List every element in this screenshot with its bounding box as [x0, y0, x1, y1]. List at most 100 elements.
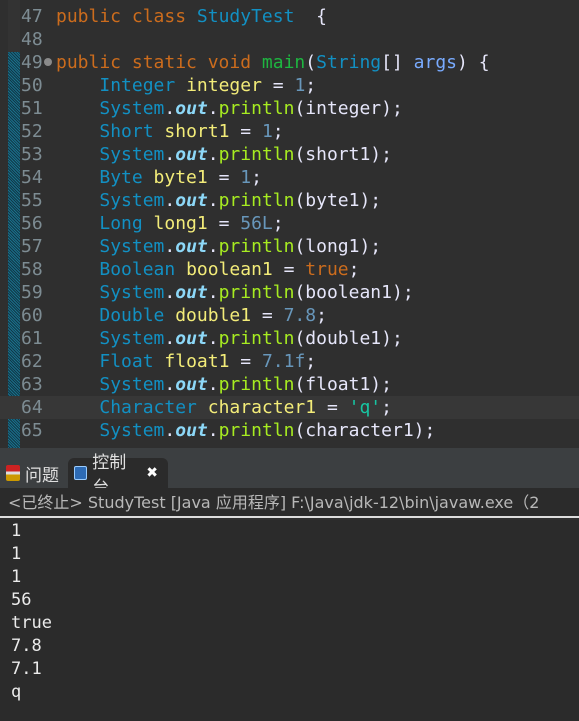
console-icon — [74, 466, 88, 480]
code-line[interactable]: 52 Short short1 = 1; — [0, 120, 579, 143]
token-plain: = — [207, 167, 241, 188]
code-line[interactable]: 57 System.out.println(long1); — [0, 235, 579, 258]
code-line[interactable]: 50 Integer integer = 1; — [0, 74, 579, 97]
token-plain: [] — [381, 52, 414, 73]
token-field: out — [175, 420, 208, 441]
token-var: integer — [186, 75, 262, 96]
token-plain: ) { — [457, 52, 490, 73]
token-plain: = — [261, 75, 295, 96]
code-text: System.out.println(boolean1); — [56, 281, 413, 304]
console-output[interactable]: 1 1 1 56 true 7.8 7.1 q — [0, 520, 579, 721]
code-line[interactable]: 63 System.out.println(float1); — [0, 373, 579, 396]
code-text: System.out.println(long1); — [56, 235, 381, 258]
view-tab-bar: 问题 控制台 ✖ — [0, 453, 579, 498]
line-number: 59 — [21, 282, 43, 303]
token-plain: (double1); — [294, 328, 403, 349]
code-editor[interactable]: 47 public class StudyTest {48 49 public sta… — [0, 0, 579, 448]
code-text: Double double1 = 7.8; — [56, 304, 327, 327]
code-line[interactable]: 53 System.out.println(short1); — [0, 143, 579, 166]
code-line[interactable]: 58 Boolean boolean1 = true; — [0, 258, 579, 281]
token-num: 1 — [261, 121, 273, 142]
token-plain: . — [164, 374, 176, 395]
line-number: 58 — [21, 259, 43, 280]
token-field: out — [175, 236, 208, 257]
token-type: Double — [99, 305, 176, 326]
code-line[interactable]: 59 System.out.println(boolean1); — [0, 281, 579, 304]
token-num: 1 — [294, 75, 306, 96]
token-kw: true — [305, 259, 349, 280]
token-plain: (float1); — [294, 374, 392, 395]
code-line[interactable]: 62 Float float1 = 7.1f; — [0, 350, 579, 373]
line-number: 54 — [21, 167, 43, 188]
line-number: 57 — [21, 236, 43, 257]
code-text: Character character1 = 'q'; — [56, 396, 392, 419]
token-method: println — [218, 282, 295, 303]
token-type: Short — [99, 121, 165, 142]
code-line[interactable]: 61 System.out.println(double1); — [0, 327, 579, 350]
token-plain: . — [207, 374, 219, 395]
token-main: main — [261, 52, 306, 73]
code-line[interactable]: 49 public static void main(String[] args)… — [0, 51, 579, 74]
token-plain: = — [229, 121, 262, 142]
code-line[interactable]: 54 Byte byte1 = 1; — [0, 166, 579, 189]
divider[interactable] — [0, 448, 579, 456]
tab-problems[interactable]: 问题 — [6, 458, 59, 488]
token-type: System — [99, 282, 165, 303]
fold-collapse-icon[interactable] — [44, 58, 52, 66]
close-icon[interactable]: ✖ — [146, 465, 158, 481]
code-text: Boolean boolean1 = true; — [56, 258, 359, 281]
token-num: 7.1f — [261, 351, 306, 372]
token-type: System — [99, 374, 165, 395]
token-var: double1 — [175, 305, 252, 326]
code-line[interactable]: 56 Long long1 = 56L; — [0, 212, 579, 235]
token-type: System — [99, 98, 165, 119]
token-type: Float — [99, 351, 165, 372]
token-plain: ; — [381, 397, 392, 418]
token-num: 1 — [240, 167, 252, 188]
token-type: Byte — [99, 167, 154, 188]
code-line[interactable]: 64 Character character1 = 'q'; — [0, 396, 579, 419]
code-line[interactable]: 65 System.out.println(character1); — [0, 419, 579, 442]
code-text: System.out.println(integer); — [56, 97, 402, 120]
code-line[interactable]: 55 System.out.println(byte1); — [0, 189, 579, 212]
console-output-line: 1 — [11, 521, 22, 541]
code-text: Float float1 = 7.1f; — [56, 350, 316, 373]
token-plain: = — [316, 397, 349, 418]
token-num: 7.8 — [283, 305, 317, 326]
tab-console[interactable]: 控制台 ✖ — [68, 453, 168, 498]
line-number: 51 — [21, 98, 43, 119]
code-line[interactable]: 51 System.out.println(integer); — [0, 97, 579, 120]
token-plain: (character1); — [294, 420, 436, 441]
token-type: System — [99, 328, 165, 349]
token-plain: ; — [251, 167, 262, 188]
token-method: println — [218, 328, 295, 349]
line-number: 50 — [21, 75, 43, 96]
token-plain: = — [251, 305, 284, 326]
token-plain: = — [272, 259, 306, 280]
token-plain: ; — [348, 259, 360, 280]
token-type: Boolean — [99, 259, 187, 280]
code-text: System.out.println(float1); — [56, 373, 392, 396]
line-number: 49 — [21, 52, 43, 73]
token-plain: . — [164, 420, 176, 441]
code-text: Byte byte1 = 1; — [56, 166, 262, 189]
code-line[interactable]: 48 — [0, 28, 579, 51]
token-plain: . — [164, 98, 176, 119]
line-number: 63 — [21, 374, 43, 395]
token-plain: . — [207, 236, 219, 257]
token-method: println — [218, 420, 295, 441]
code-line[interactable]: 60 Double double1 = 7.8; — [0, 304, 579, 327]
console-output-line: 7.1 — [11, 659, 42, 679]
code-text: Integer integer = 1; — [56, 74, 316, 97]
code-line[interactable]: 47 public class StudyTest { — [0, 5, 579, 28]
code-text: Short short1 = 1; — [56, 120, 283, 143]
